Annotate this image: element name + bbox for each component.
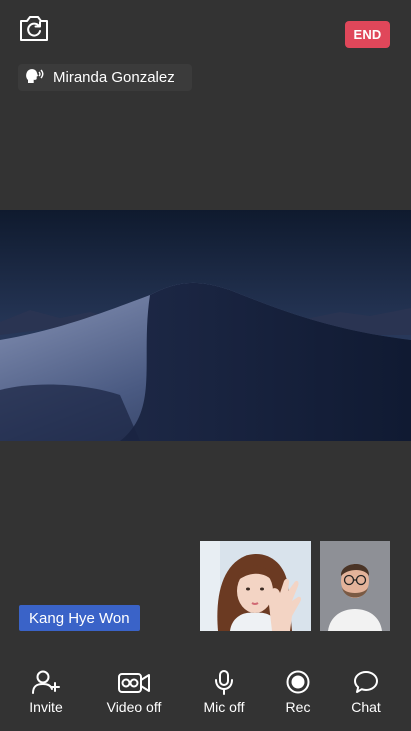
microphone-icon: [213, 665, 235, 695]
invite-button[interactable]: Invite: [26, 665, 66, 725]
rotate-camera-icon: [17, 13, 51, 48]
chat-bubble-icon: [353, 665, 379, 695]
speaking-head-icon: [25, 67, 45, 89]
mic-off-label: Mic off: [203, 699, 245, 715]
chat-label: Chat: [351, 699, 381, 715]
main-video-feed[interactable]: [0, 210, 411, 441]
chat-button[interactable]: Chat: [348, 665, 384, 725]
end-call-button[interactable]: END: [345, 21, 390, 48]
video-off-icon: [117, 665, 151, 695]
record-button[interactable]: Rec: [284, 665, 312, 725]
participant-video-1[interactable]: [200, 541, 311, 631]
active-speaker-indicator: Miranda Gonzalez: [18, 64, 192, 91]
call-toolbar: Invite Video off Mic off Rec Chat: [0, 665, 411, 731]
active-speaker-name: Miranda Gonzalez: [53, 69, 175, 86]
add-user-icon: [31, 665, 61, 695]
participant-video-2[interactable]: [320, 541, 390, 631]
video-off-button[interactable]: Video off: [104, 665, 164, 725]
mic-off-button[interactable]: Mic off: [200, 665, 248, 725]
invite-label: Invite: [29, 699, 63, 715]
flip-camera-button[interactable]: [16, 14, 52, 46]
self-name-tag: Kang Hye Won: [19, 605, 140, 631]
video-off-label: Video off: [106, 699, 162, 715]
record-icon: [285, 665, 311, 695]
record-label: Rec: [285, 699, 311, 715]
